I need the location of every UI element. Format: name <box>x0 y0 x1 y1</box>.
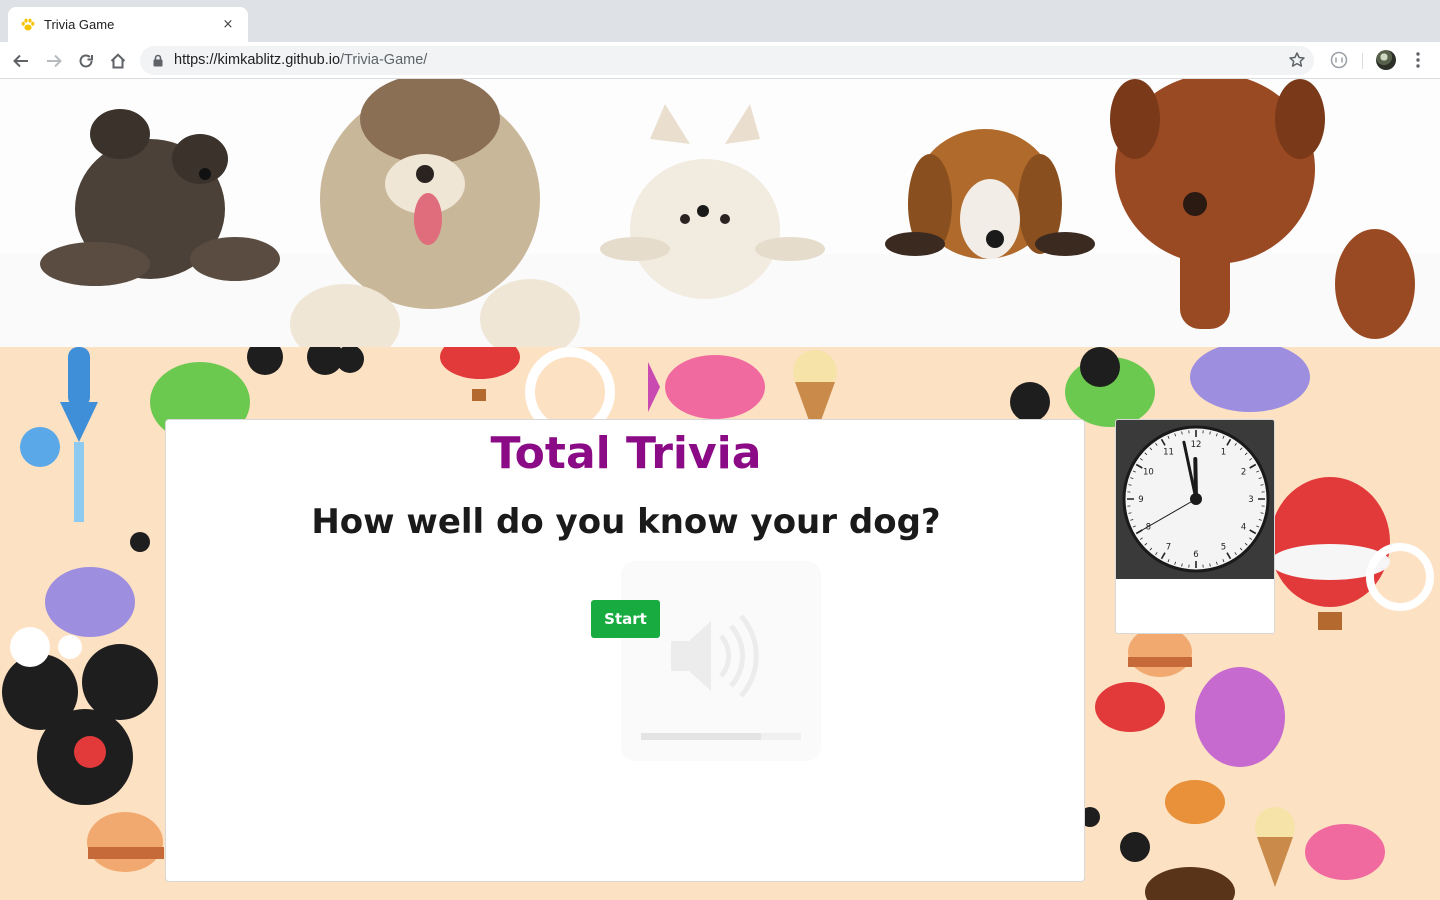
reload-icon <box>79 54 93 68</box>
start-button[interactable]: Start <box>591 600 660 638</box>
address-bar[interactable]: https://kimkablitz.github.io/Trivia-Game… <box>140 46 1314 75</box>
timer-panel: 12 1 2 3 4 5 6 7 8 9 10 11 <box>1115 419 1275 634</box>
bearded-collie-dog <box>290 79 580 347</box>
tab-strip: Trivia Game × <box>0 0 1440 42</box>
page-subtitle: How well do you know your dog? <box>311 502 941 542</box>
mouse-ears-top-decoration <box>247 347 364 375</box>
toolbar-separator <box>1362 53 1363 69</box>
clock-number: 1 <box>1221 447 1226 457</box>
back-button[interactable] <box>10 50 32 72</box>
audio-overlay <box>621 561 821 761</box>
terrier-dark-dog <box>40 109 280 286</box>
clock-number: 6 <box>1193 550 1198 560</box>
more-menu-icon[interactable] <box>1410 50 1426 70</box>
home-icon <box>110 53 126 69</box>
tab-title: Trivia Game <box>44 17 115 32</box>
blue-flower-decoration <box>20 427 60 467</box>
clock-background: 12 1 2 3 4 5 6 7 8 9 10 11 <box>1116 420 1274 579</box>
small-balloon-decoration <box>440 347 520 401</box>
arrow-left-icon <box>13 54 28 68</box>
close-icon[interactable]: × <box>220 17 236 32</box>
orange-food-decoration <box>1165 780 1225 824</box>
purple-elephant-top-decoration <box>1190 347 1310 412</box>
extension-icon[interactable] <box>1329 50 1349 70</box>
burger-right-decoration <box>1128 627 1192 677</box>
speaker-icon <box>641 614 801 740</box>
black-dot-decoration <box>1010 382 1050 422</box>
url-host: https://kimkablitz.github.io <box>174 52 341 68</box>
beagle-dog <box>885 129 1095 259</box>
fish-bottom-decoration <box>1305 824 1385 880</box>
paw-icon <box>21 18 35 30</box>
red-creature-decoration <box>1095 682 1165 732</box>
clock-number: 3 <box>1248 495 1253 505</box>
page-title: Total Trivia <box>490 428 762 479</box>
browser-toolbar: https://kimkablitz.github.io/Trivia-Game… <box>0 42 1440 79</box>
clock-number: 4 <box>1241 523 1246 533</box>
dog-banner-image <box>0 79 1440 347</box>
arrow-right-icon <box>47 54 62 68</box>
clock-center <box>1190 493 1202 505</box>
hot-air-balloon-decoration <box>1270 477 1390 630</box>
black-dot-decoration <box>130 532 150 552</box>
clock-number: 7 <box>1166 543 1171 553</box>
url-text: https://kimkablitz.github.io/Trivia-Game… <box>174 52 427 68</box>
clock-number: 11 <box>1163 447 1174 457</box>
reload-button[interactable] <box>75 50 97 72</box>
black-dot-decoration <box>1120 832 1150 862</box>
forward-button[interactable] <box>43 50 65 72</box>
clock-number: 9 <box>1138 495 1143 505</box>
white-dot-decoration <box>10 627 50 667</box>
ice-cream-bottom-decoration <box>1255 807 1295 887</box>
browser-tab[interactable]: Trivia Game × <box>8 7 248 42</box>
clock-number: 2 <box>1241 468 1246 478</box>
pirate-decoration <box>1145 867 1235 900</box>
clock-number: 12 <box>1191 440 1202 450</box>
trivia-card: Total Trivia How well do you know your d… <box>165 419 1085 882</box>
clock-number: 5 <box>1221 543 1226 553</box>
rocket-decoration <box>60 347 98 522</box>
dogs-illustration <box>0 79 1440 347</box>
black-dot-decoration <box>1080 347 1120 387</box>
clock-number: 10 <box>1143 468 1154 478</box>
purple-dino-decoration <box>1195 667 1285 767</box>
lock-icon <box>153 54 163 67</box>
profile-avatar[interactable] <box>1376 50 1396 70</box>
analog-clock-icon: 121234567891011 <box>1122 425 1270 573</box>
purple-elephant-decoration <box>45 567 135 637</box>
home-button[interactable] <box>107 50 129 72</box>
white-dot-decoration <box>58 635 82 659</box>
url-path: /Trivia-Game/ <box>340 52 428 68</box>
star-icon[interactable] <box>1288 51 1306 69</box>
fish-decoration <box>648 355 765 419</box>
burger-decoration <box>87 812 164 872</box>
mouse-ears-decoration <box>2 644 158 805</box>
